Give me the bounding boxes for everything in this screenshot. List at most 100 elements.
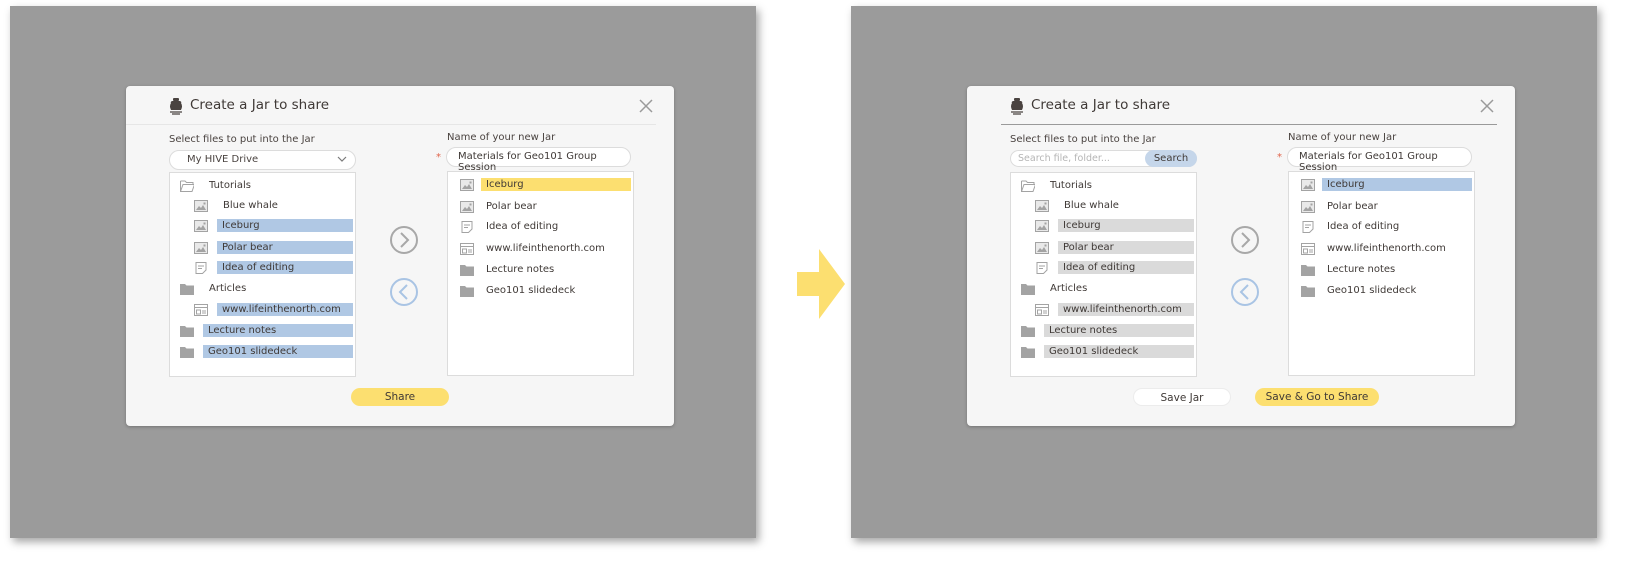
folder-icon [1301, 286, 1315, 297]
folder-icon [180, 326, 194, 337]
jar-item[interactable]: Geo101 slidedeck [448, 282, 633, 300]
jar-item-label: Polar bear [1327, 201, 1378, 212]
tree-item[interactable]: Idea of editing [170, 259, 355, 277]
tree-item[interactable]: Polar bear [170, 239, 355, 257]
jar-item-label: Idea of editing [486, 221, 559, 232]
image-icon [1301, 201, 1315, 213]
note-icon [461, 221, 473, 233]
jar-item[interactable]: Idea of editing [1289, 218, 1474, 236]
tree-item[interactable]: Lecture notes [170, 322, 355, 340]
jar-item[interactable]: Idea of editing [448, 218, 633, 236]
image-icon [1035, 220, 1049, 232]
tree-item-label: www.lifeinthenorth.com [217, 303, 353, 316]
jar-name-input[interactable]: Materials for Geo101 Group Session [446, 147, 631, 173]
dialog-header: Create a Jar to share [967, 86, 1515, 126]
tree-item[interactable]: Geo101 slidedeck [1011, 343, 1196, 361]
tree-item[interactable]: Geo101 slidedeck [170, 343, 355, 361]
tree-item-label: Iceburg [1058, 219, 1194, 232]
tree-item-label: Idea of editing [217, 261, 353, 274]
tree-item[interactable]: www.lifeinthenorth.com [170, 301, 355, 319]
tree-item-label: Blue whale [223, 200, 278, 211]
jar-item[interactable]: Iceburg [1289, 176, 1474, 194]
tree-item-label: Idea of editing [1058, 261, 1194, 274]
jar-item-label: Geo101 slidedeck [1327, 285, 1417, 296]
source-file-tree[interactable]: Tutorials Blue whale Iceburg Polar bear Idea… [1010, 172, 1197, 377]
save-jar-button[interactable]: Save Jar [1133, 388, 1231, 406]
tree-item[interactable]: Blue whale [170, 197, 355, 215]
tree-item[interactable]: Idea of editing [1011, 259, 1196, 277]
screen-after: Create a Jar to share Select files to pu… [851, 6, 1597, 538]
save-and-go-to-share-button[interactable]: Save & Go to Share [1255, 388, 1379, 406]
image-icon [1035, 242, 1049, 254]
jar-item-label: Lecture notes [486, 264, 555, 275]
jar-item[interactable]: www.lifeinthenorth.com [448, 240, 633, 258]
jar-item-label: Idea of editing [1327, 221, 1400, 232]
webpage-icon [1035, 304, 1049, 316]
tree-item[interactable]: Articles [170, 280, 355, 298]
tree-item[interactable]: Tutorials [170, 177, 355, 195]
tree-item[interactable]: Lecture notes [1011, 322, 1196, 340]
jar-item[interactable]: Lecture notes [1289, 261, 1474, 279]
jar-item-label: www.lifeinthenorth.com [486, 243, 605, 254]
right-arrow-icon [797, 249, 845, 319]
folder-icon [460, 286, 474, 297]
note-icon [195, 262, 207, 274]
add-to-jar-button[interactable] [1229, 224, 1261, 256]
webpage-icon [1301, 243, 1315, 255]
jar-contents-list[interactable]: Iceburg Polar bear Idea of editing www.life… [447, 171, 634, 376]
jar-item[interactable]: Polar bear [448, 198, 633, 216]
tree-item-label: Lecture notes [1044, 324, 1194, 337]
webpage-icon [460, 243, 474, 255]
tree-item-label: Tutorials [1050, 180, 1092, 191]
image-icon [460, 179, 474, 191]
folder-icon [180, 284, 194, 295]
create-jar-dialog: Create a Jar to share Select files to pu… [126, 86, 674, 426]
jar-icon [170, 98, 182, 115]
note-icon [1302, 221, 1314, 233]
jar-item[interactable]: Polar bear [1289, 198, 1474, 216]
folder-icon [1021, 347, 1035, 358]
folder-icon [180, 347, 194, 358]
folder-icon [1021, 284, 1035, 295]
tree-item[interactable]: Articles [1011, 280, 1196, 298]
image-icon [1035, 200, 1049, 212]
jar-item[interactable]: Geo101 slidedeck [1289, 282, 1474, 300]
folder-icon [1301, 265, 1315, 276]
close-icon[interactable] [638, 98, 654, 114]
source-file-tree[interactable]: Tutorials Blue whale Iceburg Polar bear Idea… [169, 172, 356, 377]
jar-name-label: Name of your new Jar [447, 132, 556, 143]
tree-item[interactable]: Tutorials [1011, 177, 1196, 195]
chevron-down-icon [337, 156, 347, 162]
tree-item[interactable]: Iceburg [170, 217, 355, 235]
close-icon[interactable] [1479, 98, 1495, 114]
image-icon [194, 200, 208, 212]
jar-icon [1011, 98, 1023, 115]
tree-item[interactable]: Iceburg [1011, 217, 1196, 235]
webpage-icon [194, 304, 208, 316]
dialog-header: Create a Jar to share [126, 86, 674, 126]
required-marker: * [436, 152, 441, 163]
image-icon [460, 201, 474, 213]
share-button[interactable]: Share [351, 388, 449, 406]
tree-item-label: Articles [209, 283, 247, 294]
tree-item[interactable]: Blue whale [1011, 197, 1196, 215]
tree-item[interactable]: Polar bear [1011, 239, 1196, 257]
file-search-input[interactable] [1011, 151, 1146, 166]
folder-icon [1021, 326, 1035, 337]
tree-item[interactable]: www.lifeinthenorth.com [1011, 301, 1196, 319]
source-drive-select[interactable]: My HIVE Drive [169, 150, 356, 170]
jar-item[interactable]: Iceburg [448, 176, 633, 194]
remove-from-jar-button[interactable] [388, 276, 420, 308]
jar-name-input[interactable]: Materials for Geo101 Group Session [1287, 147, 1472, 173]
jar-item[interactable]: Lecture notes [448, 261, 633, 279]
search-button[interactable]: Search [1145, 150, 1197, 167]
jar-item[interactable]: www.lifeinthenorth.com [1289, 240, 1474, 258]
jar-contents-list[interactable]: Iceburg Polar bear Idea of editing www.life… [1288, 171, 1475, 376]
tree-item-label: Geo101 slidedeck [203, 345, 353, 358]
tree-item-label: Iceburg [217, 219, 353, 232]
remove-from-jar-button[interactable] [1229, 276, 1261, 308]
add-to-jar-button[interactable] [388, 224, 420, 256]
tree-item-label: Polar bear [217, 241, 353, 254]
tree-item-label: Articles [1050, 283, 1088, 294]
image-icon [194, 242, 208, 254]
